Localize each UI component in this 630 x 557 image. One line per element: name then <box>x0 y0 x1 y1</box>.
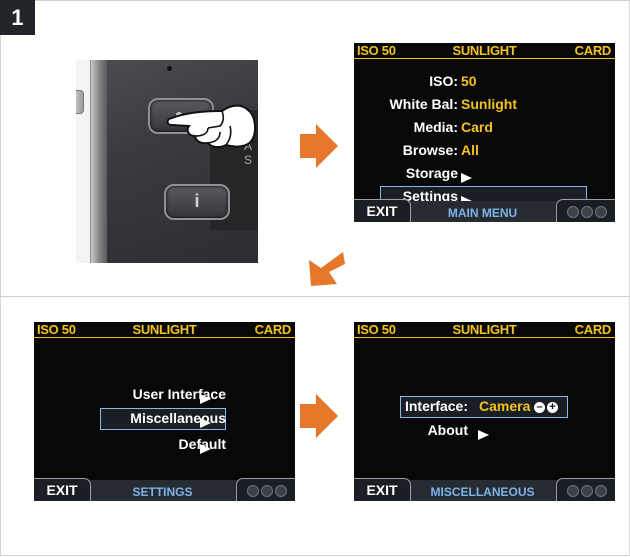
menu-item-label: Storage <box>405 165 458 181</box>
menu-item-media[interactable]: Media: Card <box>354 119 615 139</box>
status-divider <box>34 337 295 338</box>
camera-side-strip <box>91 60 107 263</box>
screen-settings: ISO 50 SUNLIGHT CARD User Interface Misc… <box>34 322 295 501</box>
media-status: CARD <box>574 43 612 58</box>
status-divider <box>354 337 615 338</box>
status-bar: ISO 50 SUNLIGHT CARD <box>354 322 615 337</box>
indicator-dot <box>247 485 259 497</box>
plus-circle-icon[interactable]: + <box>547 401 558 413</box>
top-divider <box>35 0 630 1</box>
menu-title: MAIN MENU <box>447 206 518 220</box>
status-bar: ISO 50 SUNLIGHT CARD <box>354 43 615 58</box>
camera-back-panel: A S i <box>90 60 258 263</box>
status-bar: ISO 50 SUNLIGHT CARD <box>34 322 295 337</box>
indicator-dot <box>595 206 607 218</box>
camera-indicator-dot <box>167 66 172 71</box>
indicator-dot <box>581 485 593 497</box>
exit-button[interactable]: EXIT <box>34 478 91 501</box>
minus-circle-icon[interactable]: – <box>534 401 545 413</box>
menu-item-label: About <box>427 422 468 438</box>
submenu-arrow-icon <box>192 390 211 406</box>
menu-item-user-interface[interactable]: User Interface <box>34 386 295 406</box>
menu-item-storage[interactable]: Storage <box>354 165 615 185</box>
menu-item-interface[interactable]: Interface: Camera – + <box>354 398 615 418</box>
menu-item-default[interactable]: Default <box>34 436 295 456</box>
camera-strap-knob <box>76 90 84 114</box>
indicator-dot <box>567 485 579 497</box>
media-status: CARD <box>574 322 612 337</box>
status-divider <box>354 58 615 59</box>
menu-item-about[interactable]: About <box>354 422 615 442</box>
menu-item-value: 50 <box>461 73 477 89</box>
indicator-dot <box>275 485 287 497</box>
submenu-arrow-icon <box>192 414 211 430</box>
exit-button[interactable]: EXIT <box>354 199 411 222</box>
menu-item-label: White Bal: <box>389 96 458 112</box>
menu-item-miscellaneous[interactable]: Miscellaneous <box>34 410 295 430</box>
exit-button[interactable]: EXIT <box>354 478 411 501</box>
indicator-dot <box>595 485 607 497</box>
menu-item-label: Miscellaneous <box>130 410 226 426</box>
screen-miscellaneous: ISO 50 SUNLIGHT CARD Interface: Camera –… <box>354 322 615 501</box>
submenu-arrow-icon <box>192 440 211 456</box>
menu-item-browse[interactable]: Browse: All <box>354 142 615 162</box>
menu-item-value: All <box>461 142 479 158</box>
menu-title: SETTINGS <box>132 485 193 499</box>
submenu-arrow-icon <box>470 426 489 442</box>
page-indicator <box>236 478 295 501</box>
menu-item-label: Browse: <box>402 142 458 158</box>
menu-item-label: Media: <box>413 119 458 135</box>
pointing-hand-icon <box>166 104 257 149</box>
right-arrow-icon <box>300 394 338 438</box>
menu-item-white-balance[interactable]: White Bal: Sunlight <box>354 96 615 116</box>
page-indicator <box>556 478 615 501</box>
camera-info-button[interactable]: i <box>164 184 230 220</box>
section-divider <box>0 296 630 297</box>
right-arrow-icon <box>300 124 338 168</box>
down-left-arrow-icon <box>309 252 345 286</box>
adjust-controls: – + <box>532 398 558 414</box>
media-status: CARD <box>254 322 292 337</box>
menu-title: MISCELLANEOUS <box>430 485 535 499</box>
indicator-dot <box>581 206 593 218</box>
indicator-dot <box>261 485 273 497</box>
info-icon: i <box>194 191 200 211</box>
indicator-dot <box>567 206 579 218</box>
menu-item-label: ISO: <box>429 73 458 89</box>
menu-item-label: User Interface <box>132 386 226 402</box>
page-indicator <box>556 199 615 222</box>
screen-main-menu: ISO 50 SUNLIGHT CARD ISO: 50 White Bal: … <box>354 43 615 222</box>
step-number-badge: 1 <box>0 0 35 35</box>
submenu-arrow-icon <box>453 169 472 185</box>
camera-photo: A S i <box>76 60 258 263</box>
menu-item-iso[interactable]: ISO: 50 <box>354 73 615 93</box>
menu-item-value: Camera <box>479 398 531 414</box>
menu-item-value: Sunlight <box>461 96 517 112</box>
menu-item-label: Interface: <box>404 398 468 414</box>
menu-item-value: Card <box>461 119 493 135</box>
